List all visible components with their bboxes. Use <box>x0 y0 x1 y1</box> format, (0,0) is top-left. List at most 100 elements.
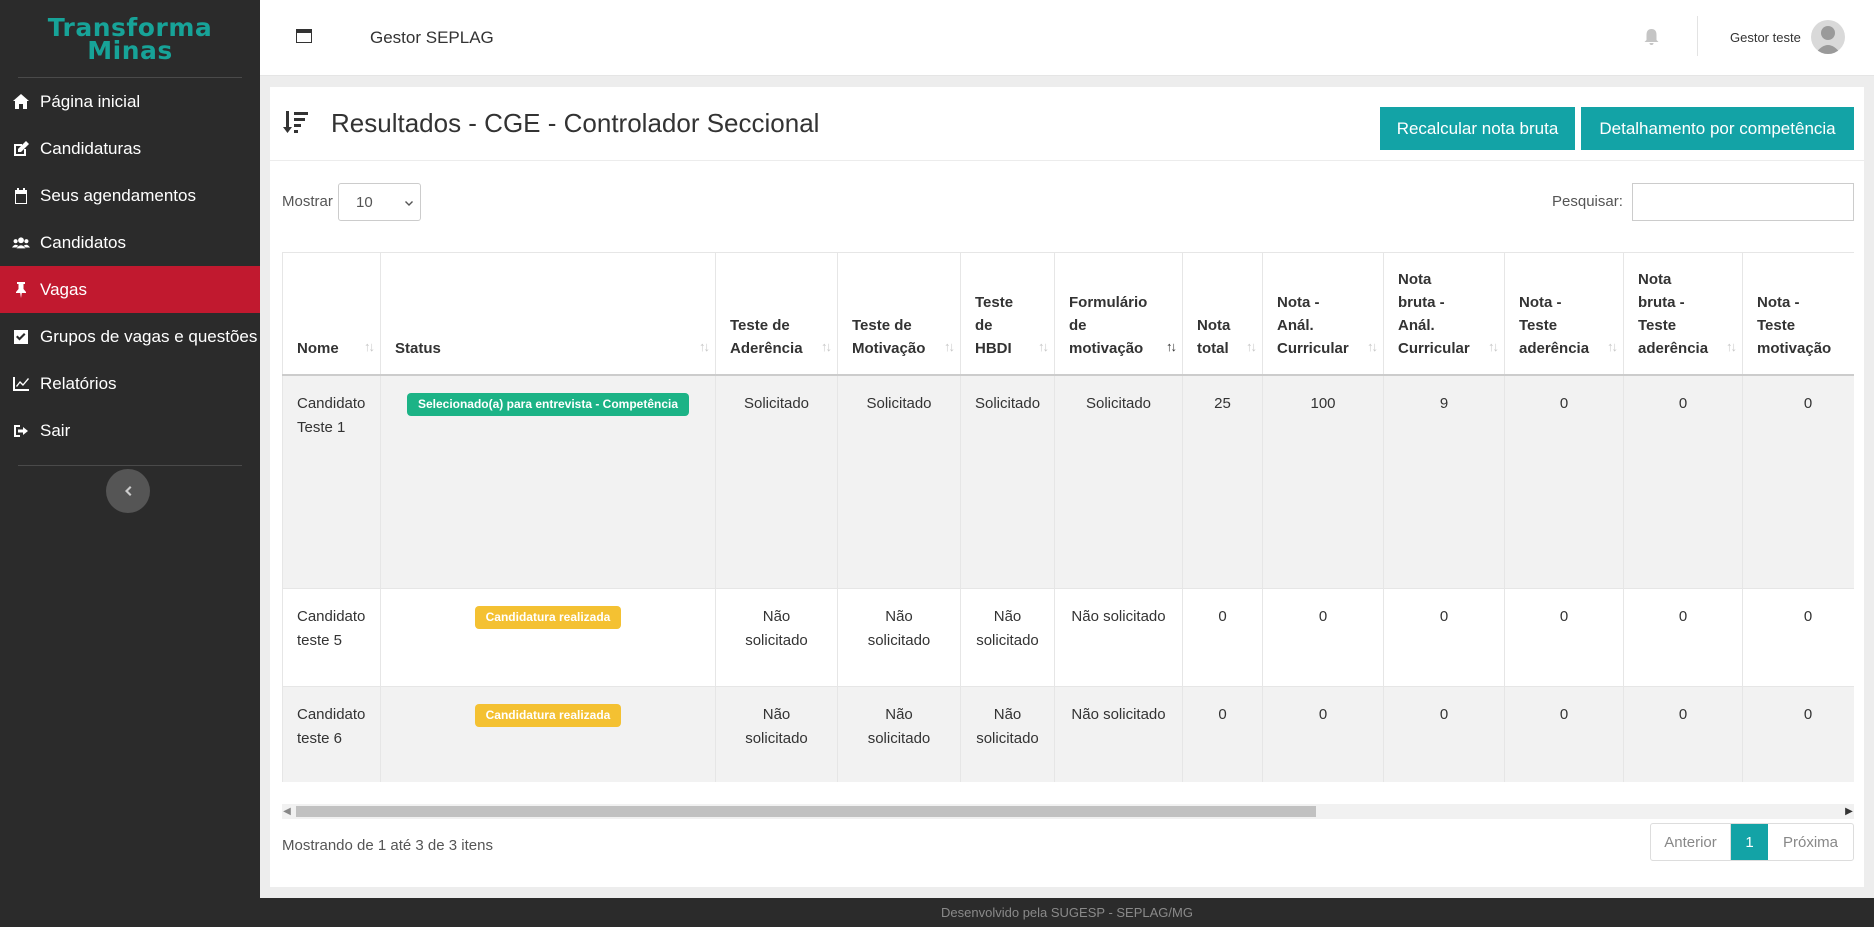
column-header-label: Teste <box>1638 316 1677 334</box>
search-input[interactable] <box>1632 183 1854 221</box>
checkbox-icon <box>10 328 32 346</box>
sidebar-item-candidaturas[interactable]: Candidaturas <box>0 125 260 172</box>
page-size-value: 10 <box>356 193 373 211</box>
divider <box>18 465 242 466</box>
cell-aderencia: Não solicitado <box>715 588 838 687</box>
column-header-label: Curricular <box>1277 339 1349 357</box>
cell-text: 0 <box>1678 394 1688 412</box>
cell-nome: Candidato teste 5 <box>282 588 381 687</box>
user-name[interactable]: Gestor teste <box>1730 30 1801 45</box>
sidebar-item-vagas[interactable]: Vagas <box>0 266 260 313</box>
column-header-teste-hbdi[interactable]: Teste de HBDI ↑↓ <box>960 252 1055 376</box>
column-header-label: Curricular <box>1398 339 1470 357</box>
sidebar-item-label: Candidatos <box>40 232 127 252</box>
cell-nota-anal: 0 <box>1262 686 1384 782</box>
header-divider <box>1697 16 1698 56</box>
cell-text: Não <box>993 706 1022 723</box>
cell-text: Não <box>762 706 791 723</box>
cell-text: Não <box>993 608 1022 625</box>
column-header-label: aderência <box>1638 339 1709 357</box>
recalculate-button[interactable]: Recalcular nota bruta <box>1380 107 1575 150</box>
sidebar-item-candidatos[interactable]: Candidatos <box>0 219 260 266</box>
column-header-label: Formulário <box>1069 293 1148 311</box>
sidebar-item-pagina-inicial[interactable]: Página inicial <box>0 78 260 125</box>
scroll-left-icon[interactable]: ◀ <box>282 806 292 817</box>
horizontal-scrollbar[interactable]: ◀ ▶ <box>282 804 1854 819</box>
footer-left <box>0 898 260 927</box>
column-header-teste-motivacao[interactable]: Teste de Motivação ↑↓ <box>837 252 961 376</box>
column-header-label: total <box>1197 339 1229 357</box>
column-header-nota-teste-motivacao[interactable]: Nota -Testemotivação↑↓ <box>1742 252 1854 376</box>
sidebar-item-relatorios[interactable]: Relatórios <box>0 360 260 407</box>
column-header-nota-bruta-teste-aderencia[interactable]: Nota bruta - Teste aderência ↑↓ <box>1623 252 1743 376</box>
sidebar-collapse-button[interactable] <box>106 469 150 513</box>
column-header-nota-teste-aderencia[interactable]: Nota - Teste aderência ↑↓ <box>1504 252 1624 376</box>
table-row: Candidato teste 6 Candidatura realizada Não… <box>282 686 1854 782</box>
status-badge: Candidatura realizada <box>474 704 622 727</box>
column-header-label: Nota - <box>1519 293 1562 311</box>
column-header-label: motivação <box>1069 339 1144 357</box>
status-badge: Selecionado(a) para entrevista - Competê… <box>406 392 690 416</box>
chevron-down-icon <box>404 196 414 206</box>
cell-hbdi: Não solicitado <box>960 588 1055 687</box>
menu-toggle-icon[interactable] <box>295 28 313 44</box>
column-header-label: Teste <box>975 293 1014 311</box>
sidebar-item-grupos[interactable]: Grupos de vagas e questões <box>0 313 260 360</box>
calendar-icon <box>10 187 32 205</box>
cell-text: 0 <box>1559 394 1569 412</box>
table-row: Candidato Teste 1 Selecionado(a) para entr… <box>282 374 1854 589</box>
column-header-nome[interactable]: Nome ↑↓ <box>282 252 381 376</box>
sort-amount-down-icon <box>282 109 310 135</box>
column-header-label: bruta - <box>1638 293 1685 311</box>
column-header-label: de <box>1069 316 1087 334</box>
cell-text: 25 <box>1214 394 1231 412</box>
column-header-nota-total[interactable]: Nota total ↑↓ <box>1182 252 1263 376</box>
page-1-button[interactable]: 1 <box>1731 824 1768 860</box>
pagination: Anterior 1 Próxima <box>1650 823 1854 861</box>
column-header-nota-bruta-anal-curricular[interactable]: Nota bruta - Anál. Curricular ↑↓ <box>1383 252 1505 376</box>
cell-nome: Candidato Teste 1 <box>282 374 381 589</box>
cell-bruta-anal: 0 <box>1383 588 1505 687</box>
sort-icon: ↑↓ <box>699 338 710 354</box>
results-table-wrap: Nome ↑↓ Status ↑↓ Teste de Aderência ↑↓ Teste d… <box>282 252 1854 782</box>
sidebar-item-seus-agendamentos[interactable]: Seus agendamentos <box>0 172 260 219</box>
cell-text: 0 <box>1439 706 1449 723</box>
cell-nota-motiv: 0 <box>1742 374 1854 589</box>
brand-logo[interactable]: Transforma Minas <box>0 0 260 77</box>
cell-bruta-anal: 0 <box>1383 686 1505 782</box>
cell-text: 0 <box>1803 394 1813 412</box>
scrollbar-thumb[interactable] <box>296 806 1316 817</box>
prev-page-button[interactable]: Anterior <box>1651 824 1731 860</box>
column-header-label: Nota - <box>1277 293 1320 311</box>
cell-text: Candidato <box>297 394 366 412</box>
cell-text: Candidato <box>297 608 366 625</box>
column-header-label: Anál. <box>1398 316 1435 334</box>
cell-text: 0 <box>1803 608 1813 625</box>
avatar[interactable] <box>1811 20 1845 54</box>
cell-bruta-anal: 9 <box>1383 374 1505 589</box>
cell-hbdi: Não solicitado <box>960 686 1055 782</box>
cell-text: 0 <box>1559 706 1569 723</box>
cell-text: Não solicitado <box>1071 706 1166 723</box>
scroll-right-icon[interactable]: ▶ <box>1844 806 1854 817</box>
sort-icon: ↑↓ <box>1246 338 1257 354</box>
column-header-teste-aderencia[interactable]: Teste de Aderência ↑↓ <box>715 252 838 376</box>
sidebar-item-sair[interactable]: Sair <box>0 407 260 454</box>
column-header-status[interactable]: Status ↑↓ <box>380 252 716 376</box>
column-header-label: Nome <box>297 339 339 357</box>
cell-status: Candidatura realizada <box>380 686 716 782</box>
next-page-button[interactable]: Próxima <box>1768 824 1853 860</box>
sort-desc-icon: ↑↓ <box>1166 338 1177 354</box>
column-header-label: Nota <box>1398 270 1432 288</box>
column-header-label: Nota - <box>1757 293 1800 311</box>
home-icon <box>10 93 32 111</box>
competency-detail-button[interactable]: Detalhamento por competência <box>1581 107 1854 150</box>
page-size-select[interactable]: 10 <box>338 183 421 221</box>
bell-icon[interactable] <box>1643 28 1660 46</box>
cell-nota-total: 0 <box>1182 588 1263 687</box>
column-header-nota-anal-curricular[interactable]: Nota - Anál. Curricular ↑↓ <box>1262 252 1384 376</box>
column-header-label: de <box>975 316 993 334</box>
cell-text: 0 <box>1678 608 1688 625</box>
column-header-formulario-motivacao[interactable]: Formulário de motivação ↑↓ <box>1054 252 1183 376</box>
cell-nota-total: 0 <box>1182 686 1263 782</box>
